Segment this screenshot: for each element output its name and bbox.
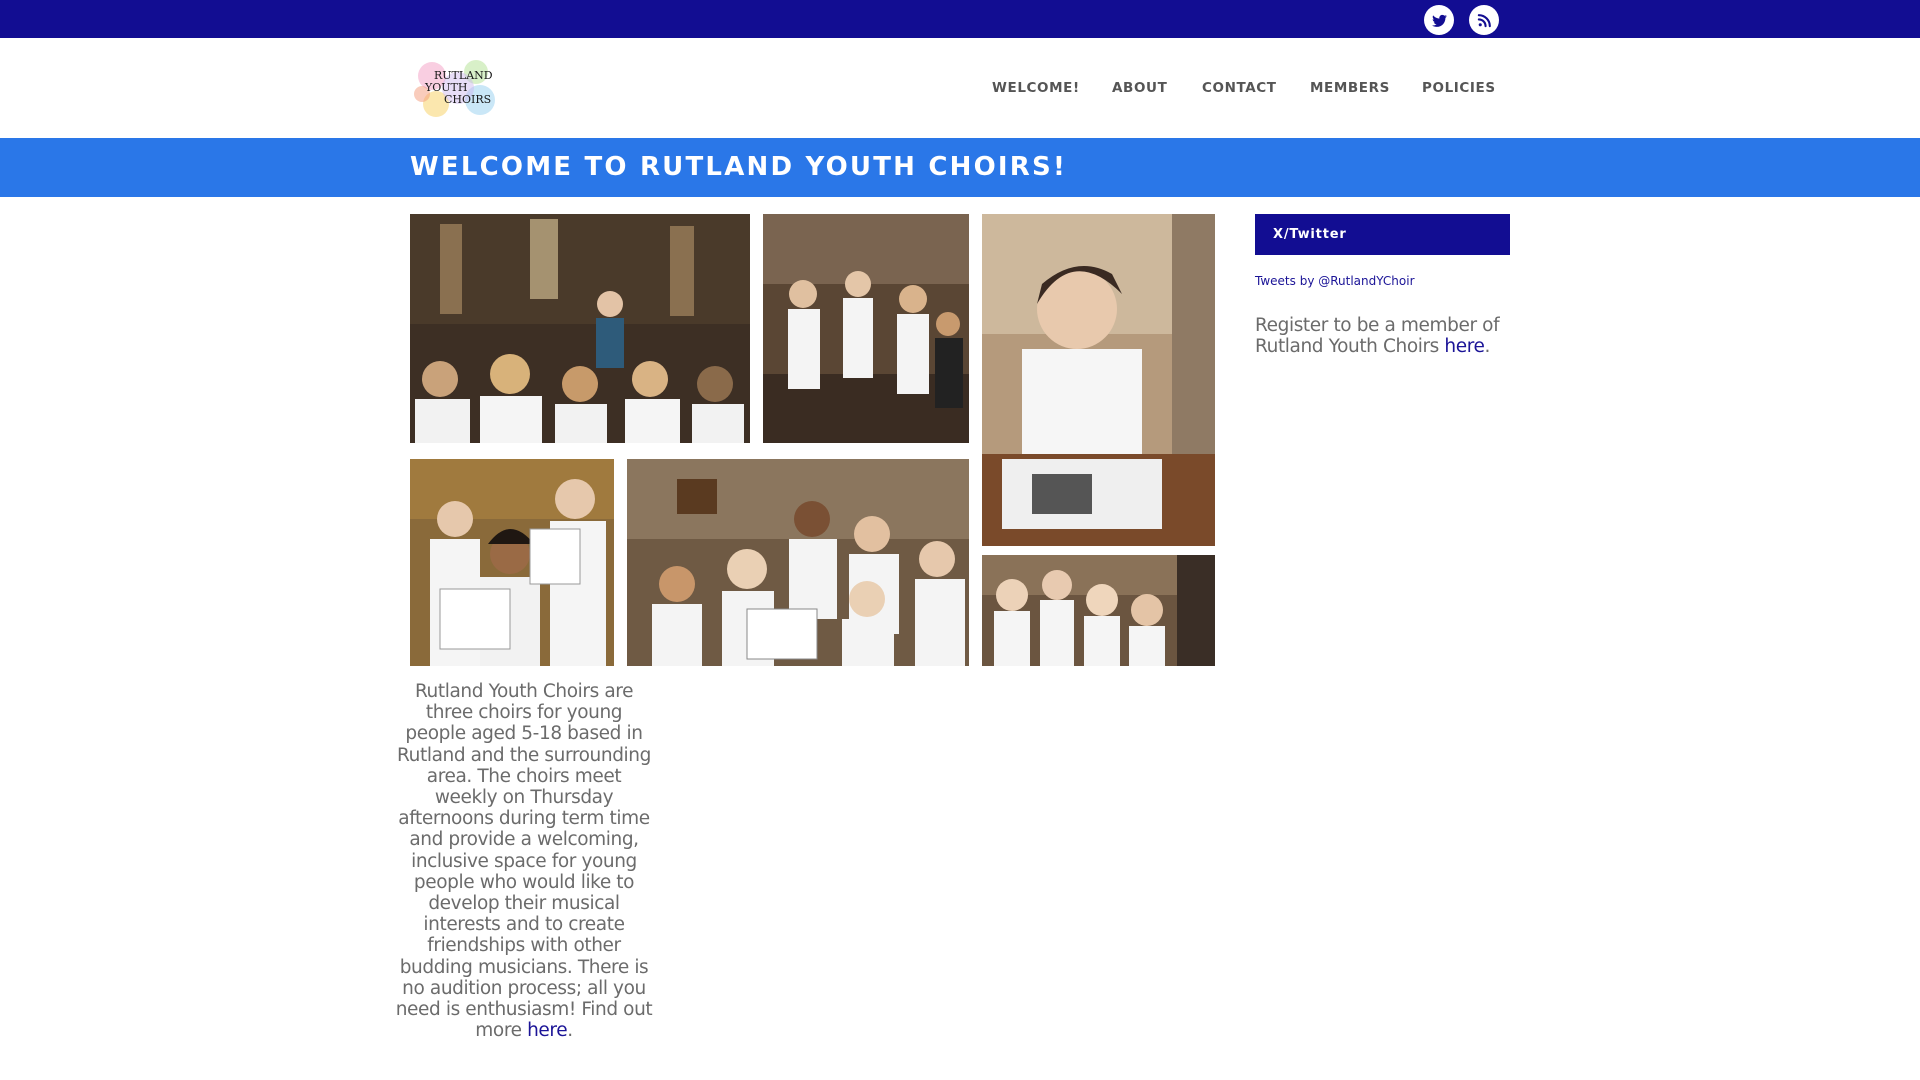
register-period: . bbox=[1484, 336, 1491, 358]
nav-members[interactable]: MEMBERS bbox=[1310, 80, 1390, 96]
site-header bbox=[0, 38, 1920, 138]
intro-find-out-more-link[interactable]: here bbox=[527, 1020, 567, 1041]
gallery-photo-4[interactable] bbox=[410, 459, 614, 666]
register-paragraph: Register to be a member of Rutland Youth… bbox=[1255, 315, 1525, 357]
gallery-photo-1[interactable] bbox=[410, 214, 750, 443]
gallery-photo-3[interactable] bbox=[982, 214, 1215, 546]
twitter-widget-title: X/Twitter bbox=[1255, 214, 1510, 255]
top-bar bbox=[0, 0, 1920, 38]
twitter-link[interactable] bbox=[1424, 5, 1454, 35]
gallery-photo-5[interactable] bbox=[627, 459, 969, 666]
rss-link[interactable] bbox=[1469, 5, 1499, 35]
intro-period: . bbox=[567, 1020, 573, 1042]
tweets-by-link[interactable]: Tweets by @RutlandYChoir bbox=[1255, 274, 1415, 288]
register-here-link[interactable]: here bbox=[1444, 336, 1484, 357]
gallery-photo-6[interactable] bbox=[982, 555, 1215, 666]
nav-contact[interactable]: CONTACT bbox=[1202, 80, 1277, 96]
intro-text: Rutland Youth Choirs are three choirs fo… bbox=[395, 681, 653, 1042]
nav-policies[interactable]: POLICIES bbox=[1422, 80, 1496, 96]
gallery-photo-2[interactable] bbox=[763, 214, 969, 443]
rss-feed-icon bbox=[1476, 12, 1493, 29]
page-title: WELCOME TO RUTLAND YOUTH CHOIRS! bbox=[410, 152, 1067, 182]
nav-about[interactable]: ABOUT bbox=[1112, 80, 1167, 96]
logo-line-3: CHOIRS bbox=[444, 93, 492, 106]
site-logo[interactable]: RUTLAND YOUTH CHOIRS bbox=[410, 56, 506, 122]
intro-paragraph: Rutland Youth Choirs are three choirs fo… bbox=[394, 681, 654, 1041]
twitter-bird-icon bbox=[1431, 12, 1448, 29]
nav-welcome[interactable]: WELCOME! bbox=[992, 80, 1080, 96]
